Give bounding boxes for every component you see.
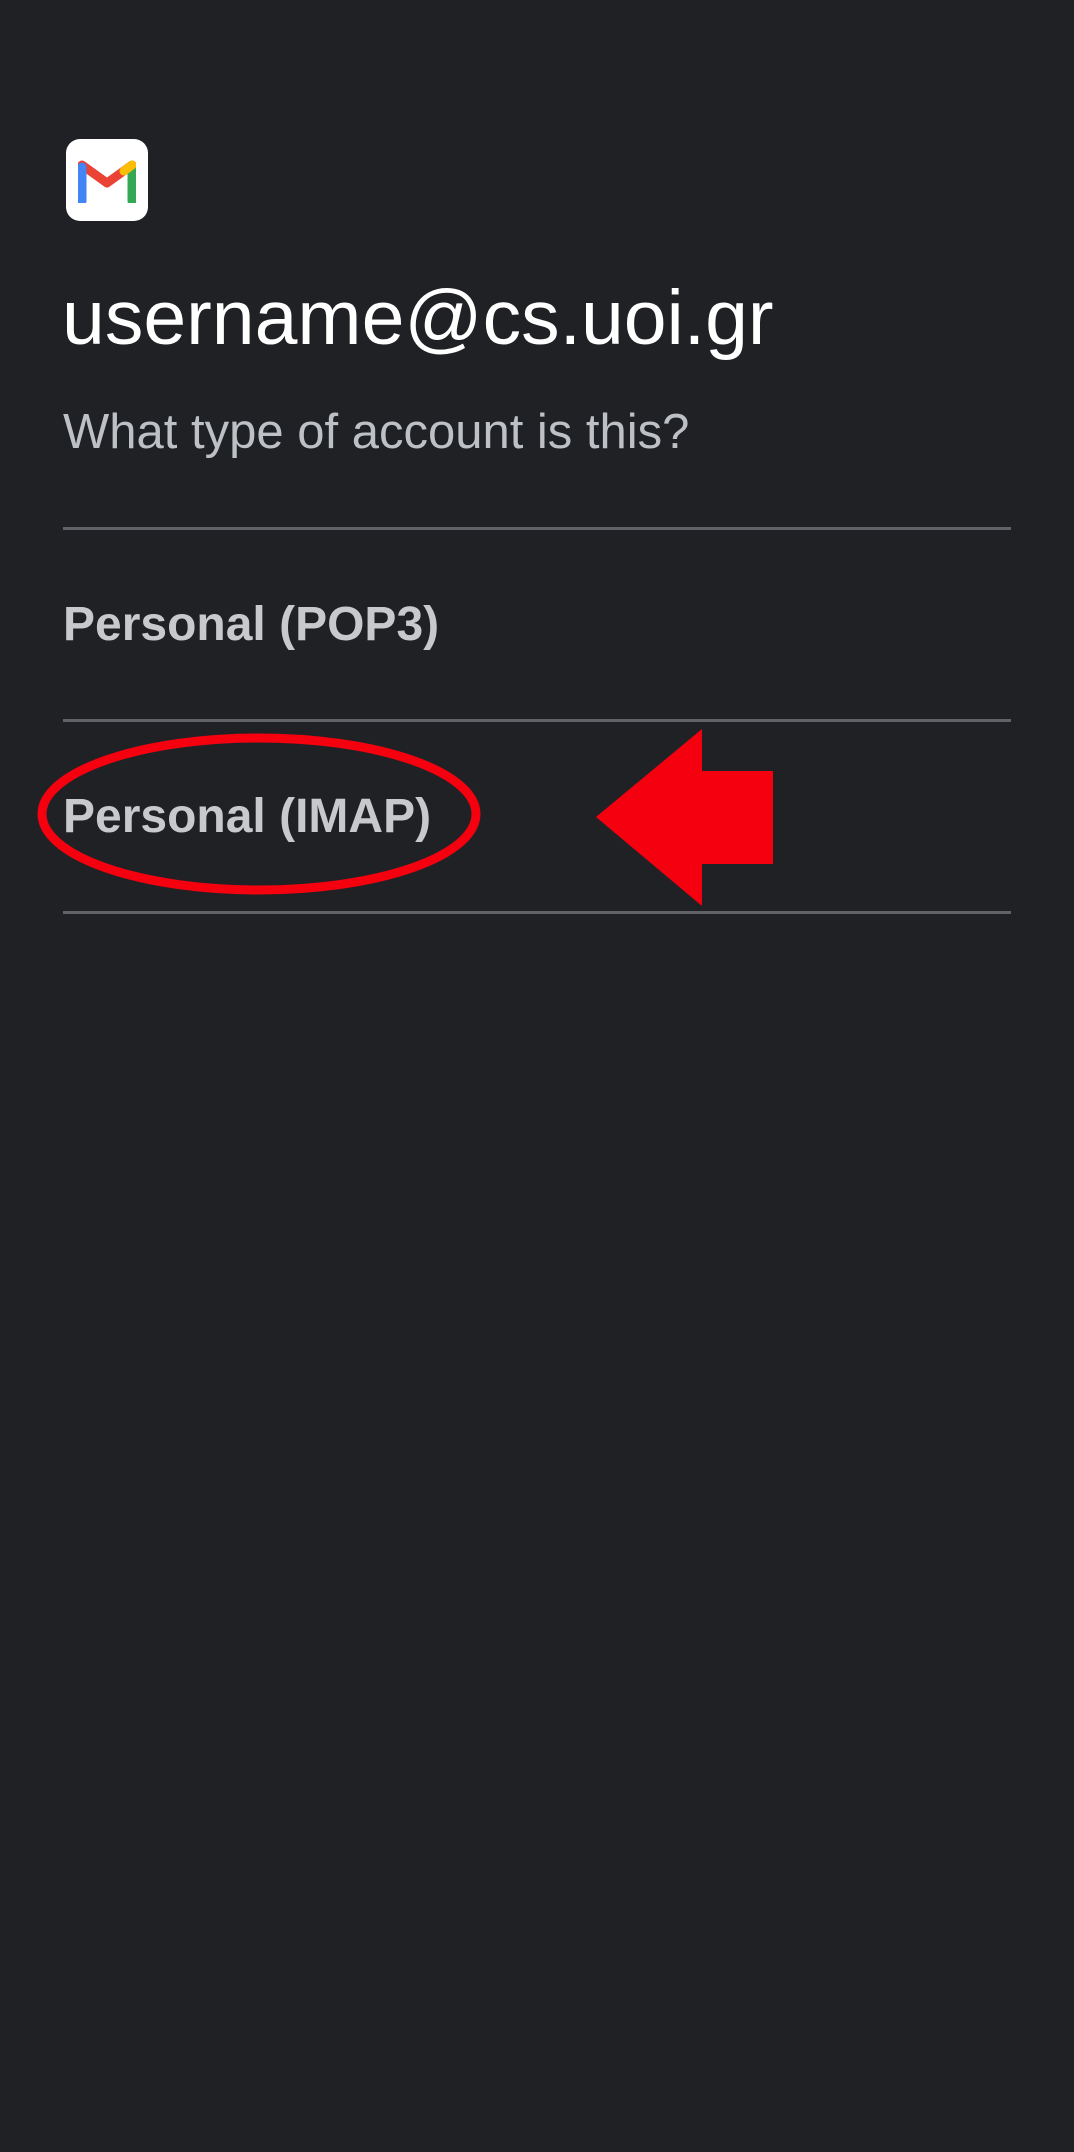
option-personal-pop3[interactable]: Personal (POP3) — [63, 529, 1011, 719]
account-email: username@cs.uoi.gr — [62, 275, 774, 361]
gmail-m-icon — [78, 160, 136, 203]
option-label: Personal (IMAP) — [63, 789, 432, 843]
gmail-logo-icon — [66, 139, 148, 221]
option-label: Personal (POP3) — [63, 597, 440, 651]
divider — [63, 911, 1011, 914]
account-type-prompt: What type of account is this? — [63, 405, 690, 459]
option-personal-imap[interactable]: Personal (IMAP) — [63, 721, 1011, 911]
